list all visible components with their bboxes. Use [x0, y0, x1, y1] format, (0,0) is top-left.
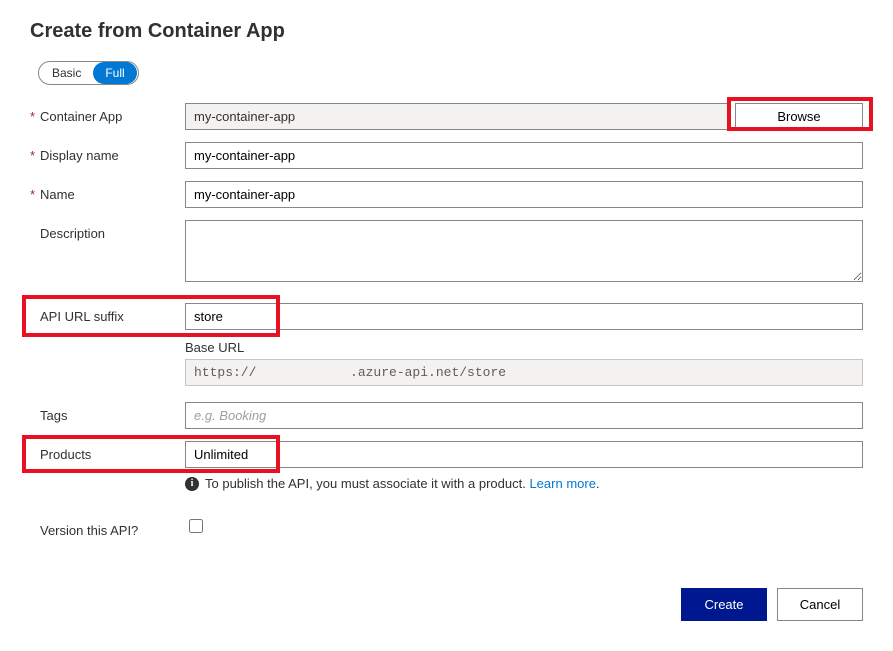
- create-button[interactable]: Create: [681, 588, 767, 621]
- label-description: Description: [40, 226, 105, 241]
- description-input[interactable]: [185, 220, 863, 282]
- products-note-text: To publish the API, you must associate i…: [205, 476, 529, 491]
- learn-more-link[interactable]: Learn more: [529, 476, 595, 491]
- page-title: Create from Container App: [30, 20, 863, 43]
- version-checkbox[interactable]: [189, 519, 203, 533]
- required-marker: *: [30, 148, 40, 163]
- name-input[interactable]: [185, 181, 863, 208]
- toggle-basic[interactable]: Basic: [40, 62, 93, 84]
- browse-button[interactable]: Browse: [735, 103, 863, 130]
- info-icon: i: [185, 477, 199, 491]
- label-base-url: Base URL: [185, 340, 863, 355]
- label-tags: Tags: [40, 408, 67, 423]
- label-products: Products: [40, 447, 91, 462]
- label-name: Name: [40, 187, 75, 202]
- label-api-url-suffix: API URL suffix: [40, 309, 124, 324]
- display-name-input[interactable]: [185, 142, 863, 169]
- products-input[interactable]: [185, 441, 863, 468]
- mode-toggle[interactable]: Basic Full: [38, 61, 139, 85]
- required-marker: *: [30, 187, 40, 202]
- cancel-button[interactable]: Cancel: [777, 588, 863, 621]
- tags-input[interactable]: [185, 402, 863, 429]
- base-url-display: [185, 359, 863, 386]
- container-app-input[interactable]: [185, 103, 729, 130]
- label-display-name: Display name: [40, 148, 119, 163]
- api-url-suffix-input[interactable]: [185, 303, 863, 330]
- label-version: Version this API?: [40, 523, 138, 538]
- label-container-app: Container App: [40, 109, 122, 124]
- toggle-full[interactable]: Full: [93, 62, 136, 84]
- required-marker: *: [30, 109, 40, 124]
